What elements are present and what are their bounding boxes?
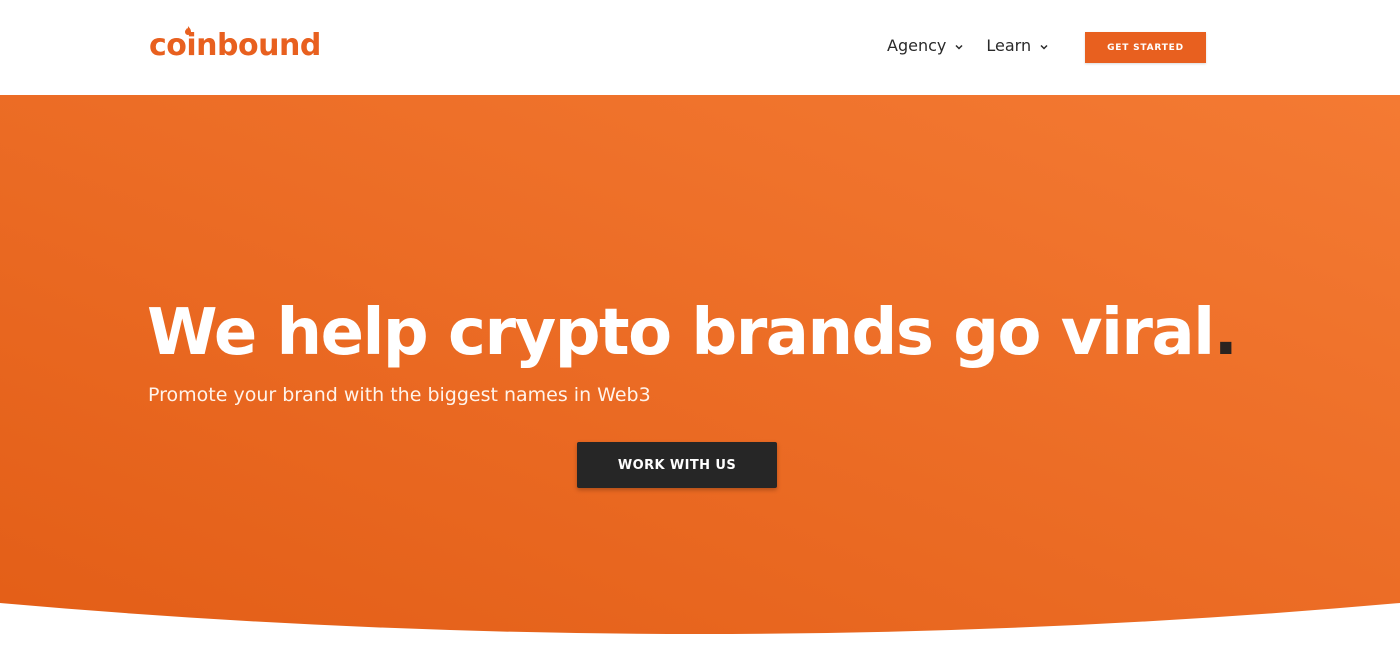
logo-text: coinbound (149, 28, 321, 63)
hero-title-dot: . (1213, 296, 1238, 370)
coinbound-logo[interactable]: coinbound (149, 26, 321, 64)
nav-learn-label: Learn (986, 36, 1032, 55)
get-started-button[interactable]: GET STARTED (1085, 32, 1206, 63)
chevron-down-icon (955, 44, 963, 50)
hero-title-text: We help crypto brands go viral (147, 296, 1215, 370)
chevron-down-icon (1040, 44, 1048, 50)
main-nav: Agency Learn (887, 34, 1071, 58)
site-header: coinbound Agency Learn GET STARTED (0, 0, 1400, 95)
logo-flame-icon (185, 26, 191, 35)
work-with-us-button[interactable]: WORK WITH US (577, 442, 777, 488)
nav-agency-label: Agency (887, 36, 947, 55)
hero-section: We help crypto brands go viral. Promote … (0, 95, 1400, 649)
hero-subtitle: Promote your brand with the biggest name… (148, 384, 651, 406)
hero-title: We help crypto brands go viral. (147, 293, 1238, 373)
nav-agency[interactable]: Agency (887, 34, 964, 58)
nav-learn[interactable]: Learn (986, 34, 1049, 58)
page: coinbound Agency Learn GET STARTED We he… (0, 0, 1400, 649)
